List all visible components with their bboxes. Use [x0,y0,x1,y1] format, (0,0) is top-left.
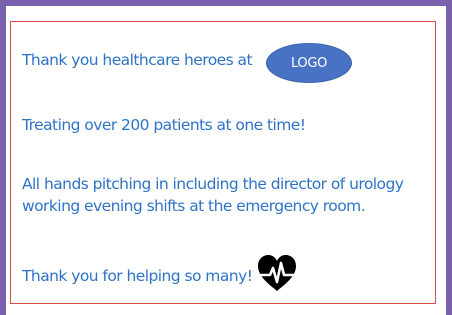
thanks-heroes-text: Thank you healthcare heroes at [22,51,253,69]
all-hands-text-line-1: All hands pitching in including the dire… [22,175,404,193]
thank-you-card: Thank you healthcare heroes at LOGO Trea… [10,21,436,304]
heartbeat-heart-icon [258,255,296,291]
logo-label: LOGO [290,55,328,71]
patients-text: Treating over 200 patients at one time! [22,116,306,134]
thanks-helping-text: Thank you for helping so many! [22,267,253,285]
page-sheet: Thank you healthcare heroes at LOGO Trea… [6,6,446,315]
logo-badge: LOGO [266,43,352,83]
all-hands-text-line-2: working evening shifts at the emergency … [22,197,366,215]
